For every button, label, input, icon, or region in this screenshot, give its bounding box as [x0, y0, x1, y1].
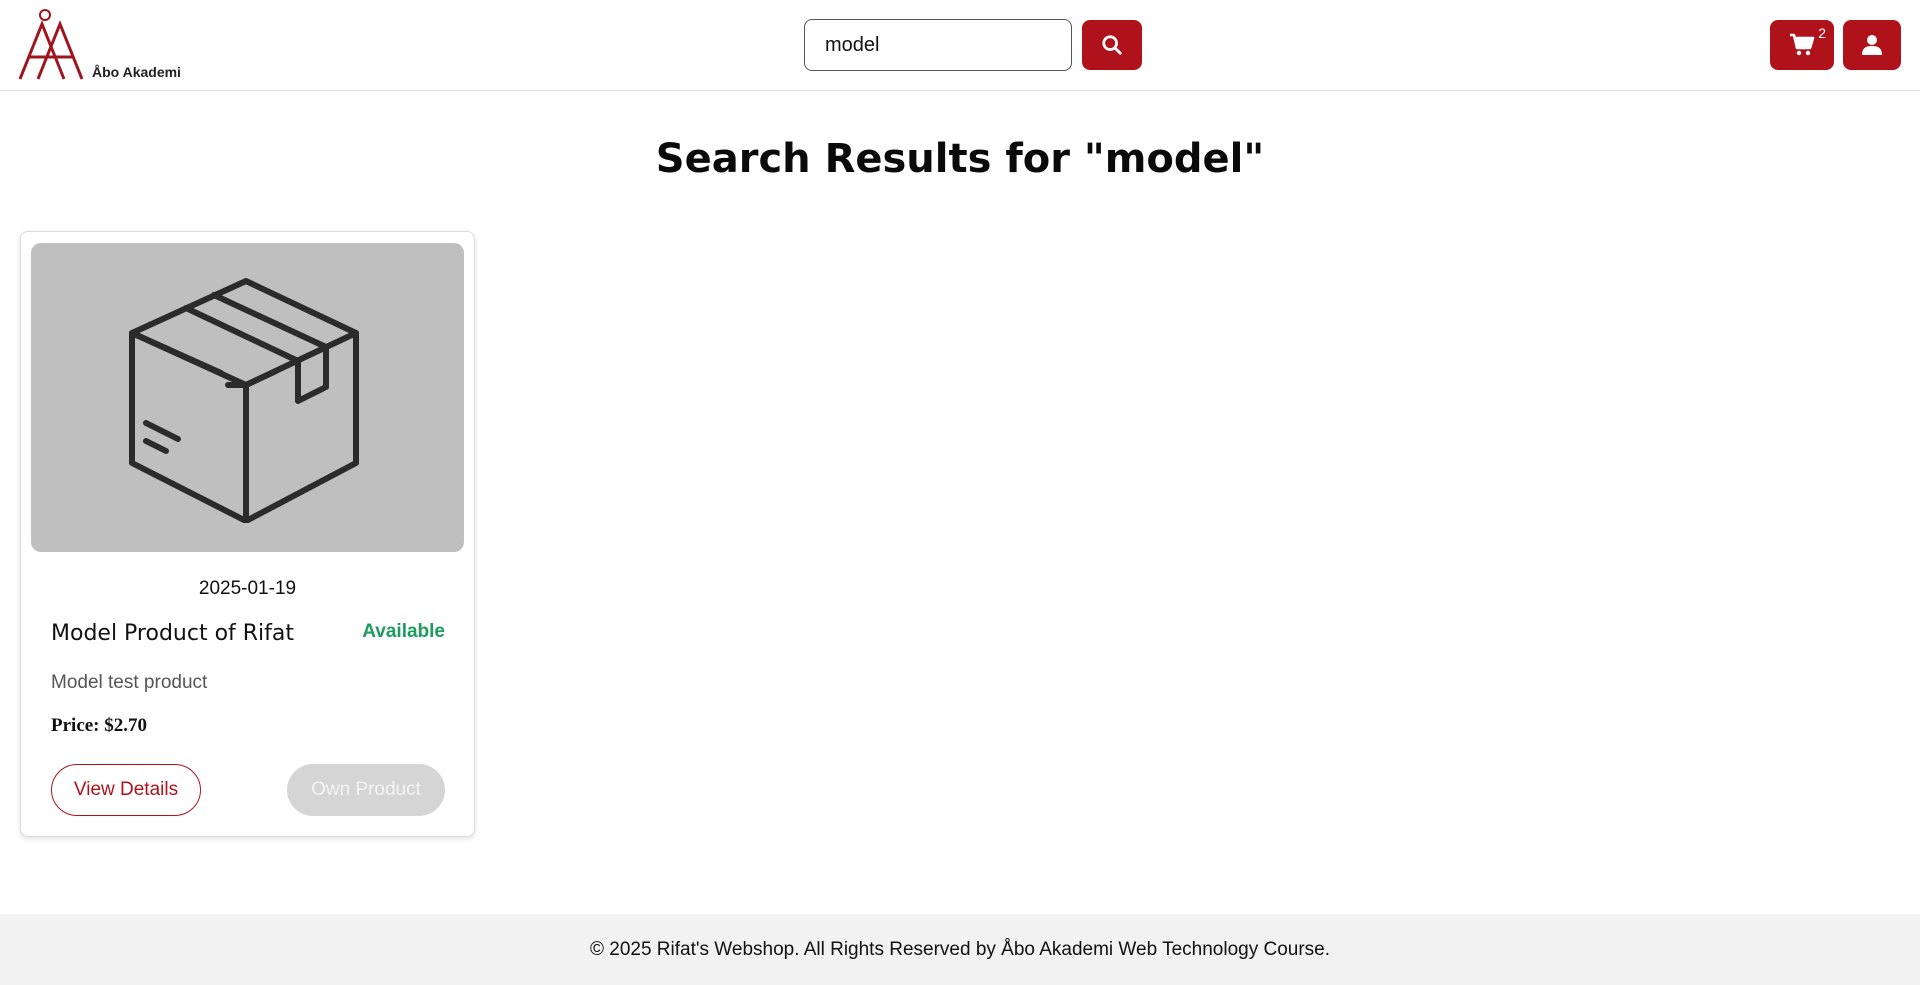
product-status-badge: Available	[362, 621, 445, 642]
product-name: Model Product of Rifat	[51, 621, 295, 646]
box-icon	[128, 277, 359, 523]
page-title: Search Results for "model"	[655, 136, 1265, 182]
product-card: 2025-01-19 Model Product of Rifat Availa…	[20, 231, 475, 837]
product-description: Model test product	[51, 672, 208, 693]
own-product-button: Own Product	[287, 764, 445, 816]
product-price: Price: $2.70	[51, 715, 148, 736]
user-account-button[interactable]	[1843, 20, 1901, 70]
footer-copyright: © 2025 Rifat's Webshop. All Rights Reser…	[589, 938, 1331, 960]
logo-text: Åbo Akademi	[92, 64, 181, 80]
search-input[interactable]	[804, 19, 1072, 71]
cart-icon	[1790, 33, 1815, 56]
search-button[interactable]	[1082, 20, 1142, 70]
view-details-button[interactable]: View Details	[51, 764, 201, 816]
cart-count-badge: 2	[1818, 25, 1826, 41]
product-date: 2025-01-19	[198, 578, 297, 599]
footer: © 2025 Rifat's Webshop. All Rights Reser…	[0, 914, 1920, 985]
product-image	[31, 243, 464, 552]
abo-akademi-logo[interactable]: Åbo Akademi	[18, 8, 188, 84]
cart-button[interactable]: 2	[1770, 20, 1834, 70]
search-icon	[1102, 35, 1122, 55]
user-icon	[1862, 35, 1882, 55]
navbar: Åbo Akademi 2	[0, 0, 1920, 91]
